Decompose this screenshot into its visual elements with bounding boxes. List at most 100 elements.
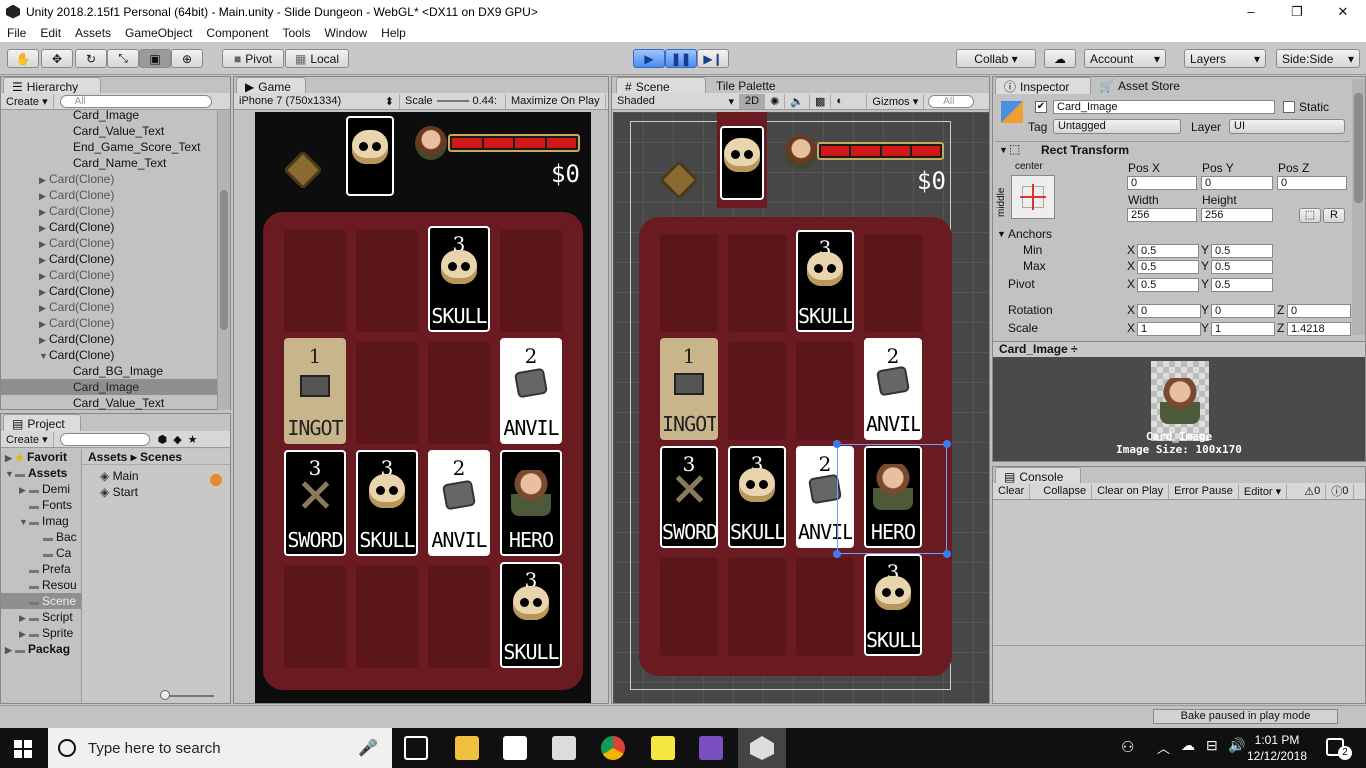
console-error-pause-button[interactable]: Error Pause [1169,483,1239,499]
grid-cell[interactable] [428,566,490,668]
project-folder[interactable]: ▬ Resou [1,577,81,593]
hierarchy-item[interactable]: ▶ Card(Clone) [1,203,217,219]
project-folder[interactable]: ▬ Bac [1,529,81,545]
grid-cell[interactable] [356,342,418,444]
visual-studio-icon[interactable] [699,736,723,760]
height-input[interactable]: 256 [1201,208,1273,222]
project-breadcrumb[interactable]: Assets ▸ Scenes [82,449,230,465]
onedrive-icon[interactable]: ☁ [1181,737,1195,754]
project-folder[interactable]: ▶ ▬ Demi [1,481,81,497]
project-search-input[interactable] [59,432,150,446]
card-sword[interactable]: 3 SWORD [660,446,718,548]
vector-input[interactable]: 0.5 [1137,244,1199,258]
volume-icon[interactable]: 🔊 [1228,737,1245,754]
card-skull[interactable]: 3 SKULL [796,230,854,332]
project-folder[interactable]: ▬ Scene [1,593,81,609]
expand-arrow-icon[interactable]: ▼ [5,466,15,482]
layout-dropdown[interactable]: Side:Side ▾ [1276,49,1360,68]
collapse-arrow-icon[interactable]: ▼ [999,145,1008,155]
rect-transform-header[interactable]: Rect Transform [995,141,1350,157]
raw-edit-button[interactable]: R [1323,208,1345,223]
scale-tool-icon[interactable]: ⤡ [107,49,139,68]
hierarchy-item[interactable]: ▶ Card(Clone) [1,315,217,331]
menu-window[interactable]: Window [317,26,374,40]
vector-input[interactable]: 1.4218 [1287,322,1351,336]
taskbar-clock[interactable]: 1:01 PM 12/12/2018 [1246,732,1308,764]
project-folder[interactable]: ▶ ★ Favorit [1,449,81,465]
lighting-icon[interactable]: ✺ [765,93,786,109]
hierarchy-item[interactable]: Card_BG_Image [1,363,217,379]
tab-game[interactable]: ▶ Game [236,77,306,94]
expand-arrow-icon[interactable]: ▶ [39,300,49,316]
grid-cell[interactable] [864,234,922,332]
pos-y-input[interactable]: 0 [1201,176,1273,190]
game-canvas[interactable]: $0 3 SKULL 1 INGOT 2 ANVIL 3 SWORD 3 SKULL 2 ANVIL H… [255,112,591,703]
layer-dropdown[interactable]: UI [1229,119,1345,134]
card-anvil[interactable]: 2 ANVIL [428,450,490,556]
vector-input[interactable]: 0.5 [1137,278,1199,292]
chrome-icon[interactable] [601,736,625,760]
account-dropdown[interactable]: Account ▾ [1084,49,1166,68]
hierarchy-item[interactable]: ▶ Card(Clone) [1,171,217,187]
grid-cell[interactable] [796,558,854,656]
warning-count[interactable]: ⚠ 0 [1299,483,1327,499]
card-skull[interactable]: 3 SKULL [728,446,786,548]
hierarchy-item[interactable]: ▶ Card(Clone) [1,331,217,347]
expand-arrow-icon[interactable]: ▶ [39,220,49,236]
expand-arrow-icon[interactable]: ▶ [39,332,49,348]
blueprint-mode-icon[interactable]: ⬚ [1299,208,1321,223]
card-ingot[interactable]: 1 INGOT [660,338,718,440]
hierarchy-item[interactable]: ▶ Card(Clone) [1,219,217,235]
error-count[interactable]: ⓘ 0 [1326,483,1355,499]
hierarchy-item[interactable]: Card_Value_Text [1,395,217,411]
rect-tool-icon[interactable]: ▣ [139,49,171,68]
scroll-thumb[interactable] [1354,93,1363,203]
rotate-tool-icon[interactable]: ↻ [75,49,107,68]
hierarchy-item[interactable]: Card_Image [1,107,217,123]
tag-dropdown[interactable]: Untagged [1053,119,1181,134]
card-ingot[interactable]: 1 INGOT [284,338,346,444]
sticky-notes-icon[interactable] [651,736,675,760]
static-checkbox[interactable] [1283,101,1295,113]
hierarchy-item[interactable]: Card_Value_Text [1,123,217,139]
filter-icon[interactable]: ⬢ [158,433,168,446]
label-icon[interactable]: ◆ [173,433,181,446]
star-icon[interactable]: ★ [188,433,198,446]
hierarchy-search-input[interactable]: All [59,94,212,108]
gizmos-dropdown[interactable]: Gizmos ▾ [867,93,925,109]
expand-arrow-icon[interactable]: ▶ [39,204,49,220]
minimize-button[interactable]: – [1228,0,1274,23]
grid-cell[interactable] [796,342,854,440]
tab-tile-palette[interactable]: Tile Palette [708,77,798,94]
rect-handle[interactable] [833,550,841,558]
rect-handle[interactable] [943,440,951,448]
unity-taskbar-button[interactable] [738,728,786,768]
pivot-toggle[interactable]: ■ Pivot [222,49,284,68]
settings-gear-icon[interactable] [283,150,323,190]
project-folder[interactable]: ▬ Ca [1,545,81,561]
console-clear-button[interactable]: Clear [993,483,1031,499]
vector-input[interactable]: 0.5 [1211,244,1273,258]
project-folder[interactable]: ▬ Prefa [1,561,81,577]
expand-arrow-icon[interactable]: ▶ [39,268,49,284]
shading-dropdown[interactable]: Shaded ▾ [612,93,740,109]
grid-cell[interactable] [660,558,718,656]
expand-arrow-icon[interactable]: ▶ [39,252,49,268]
grid-cell[interactable] [728,558,786,656]
audio-icon[interactable]: 🔈 [785,93,810,109]
people-icon[interactable]: ⚇ [1121,738,1134,756]
hierarchy-item[interactable]: Card_Name_Text [1,155,217,171]
collab-button[interactable]: Collab ▾ [956,49,1036,68]
tab-asset-store[interactable]: 🛒 Asset Store [1091,77,1191,94]
maximize-on-play-toggle[interactable]: Maximize On Play [506,93,606,109]
expand-arrow-icon[interactable]: ▶ [39,172,49,188]
layers-dropdown[interactable]: Layers ▾ [1184,49,1266,68]
tab-console[interactable]: ▤ Console [995,467,1081,484]
tab-scene[interactable]: # Scene [616,77,706,94]
card-sword[interactable]: 3 SWORD [284,450,346,556]
move-tool-icon[interactable]: ✥ [41,49,73,68]
grid-cell[interactable] [728,234,786,332]
hierarchy-item[interactable]: ▶ Card(Clone) [1,267,217,283]
hierarchy-item[interactable]: ▼Card(Clone) [1,347,217,363]
expand-arrow-icon[interactable]: ▶ [19,626,29,642]
